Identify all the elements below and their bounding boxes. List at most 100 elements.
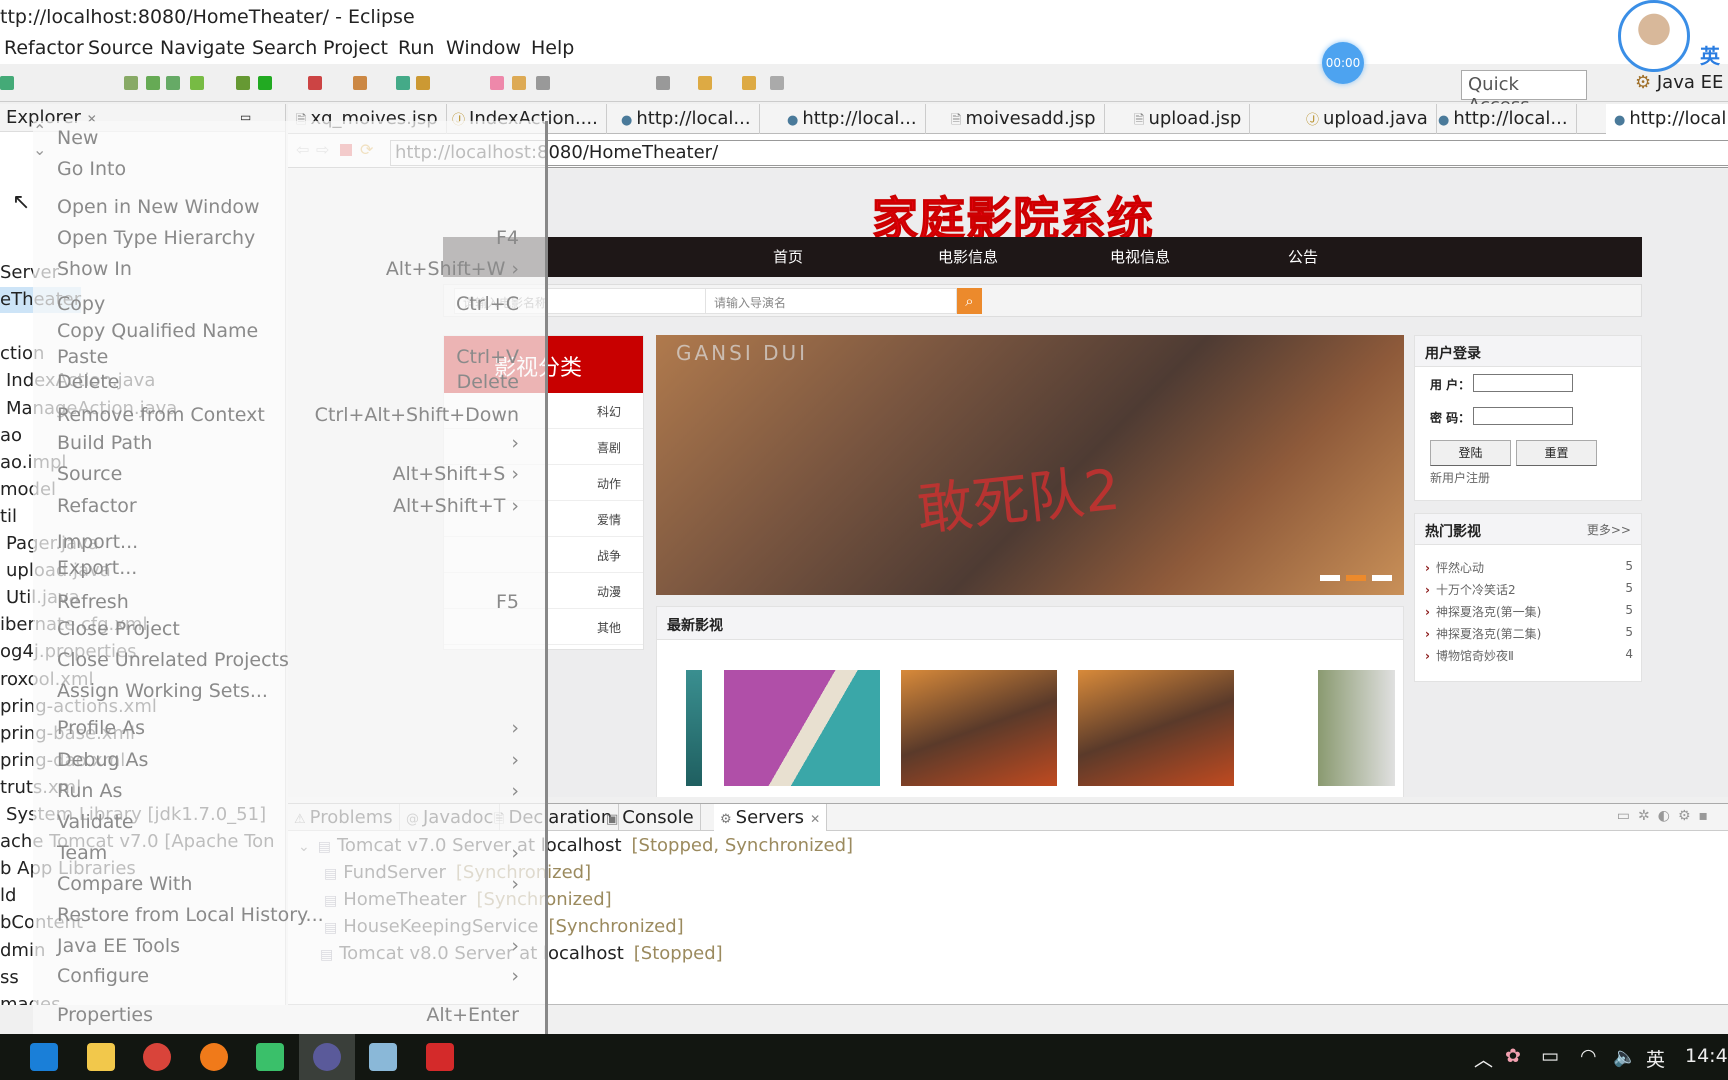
menu-navigate[interactable]: Navigate [160,37,245,59]
context-menu-item[interactable]: Remove from Context [57,403,265,427]
taskbar-firefox-icon[interactable] [199,1043,228,1071]
search-button[interactable]: ⌕ [957,288,982,314]
taskbar-app-icon[interactable] [256,1043,284,1071]
context-menu-item[interactable]: Open in New Window [57,195,260,219]
context-menu-item[interactable]: Debug As [57,748,148,772]
password-input[interactable] [1473,407,1573,425]
app-tray-icon[interactable]: ✿ [1505,1045,1521,1067]
toolbar-icon[interactable] [236,76,250,90]
context-menu-item[interactable]: Configure [57,964,149,988]
editor-tab[interactable]: Ⓙupload.java [1298,104,1437,134]
battery-icon[interactable]: ▭ [1541,1045,1559,1067]
nav-movies[interactable]: 电影信息 [938,246,998,267]
context-menu-item[interactable]: Restore from Local History... [57,903,324,927]
context-menu-item[interactable]: Open Type Hierarchy [57,226,255,250]
context-menu-item[interactable]: Copy [57,292,105,316]
context-menu-item[interactable]: Close Project [57,617,180,641]
editor-tab[interactable]: ●http://local...✕ [1606,104,1728,134]
context-menu-item[interactable]: New [57,126,98,150]
toolbar-icon[interactable] [536,76,550,90]
menu-source[interactable]: Source [88,37,153,59]
context-menu-item[interactable]: Team [57,841,107,865]
tree-item[interactable]: ld [0,883,16,909]
toolbar-icon[interactable] [490,76,504,90]
context-menu-item[interactable]: Compare With [57,872,192,896]
taskbar-edge-icon[interactable] [30,1043,58,1071]
context-menu-item[interactable]: Build Path [57,431,152,455]
toolbar-icon[interactable] [396,76,410,90]
toolbar-icon[interactable] [258,76,272,90]
poster[interactable] [686,670,702,786]
show-hidden-icons[interactable]: ︿ [1474,1045,1493,1072]
username-input[interactable] [1473,374,1573,392]
poster[interactable] [1078,670,1234,786]
context-menu-item[interactable]: Source [57,462,122,486]
scroll-up-icon[interactable]: ⌃ [33,121,545,140]
toolbar-icon[interactable] [512,76,526,90]
director-input[interactable]: 请输入导演名 [705,288,957,314]
menu-run[interactable]: Run [398,37,434,59]
taskbar-chrome-icon[interactable] [143,1043,171,1071]
context-menu-item[interactable]: Refresh [57,590,129,614]
context-menu-item[interactable]: Validate [57,810,134,834]
toolbar-icon[interactable] [124,76,138,90]
perspective-java-ee[interactable]: ⚙ Java EE [1635,72,1723,93]
toolbar-icon[interactable] [0,76,14,90]
close-icon[interactable]: ✕ [810,812,820,826]
clock[interactable]: 14:45 [1685,1045,1728,1067]
toolbar-icon[interactable] [353,76,367,90]
context-menu-item[interactable]: Refactor [57,494,137,518]
taskbar-eclipse-icon[interactable] [312,1043,341,1071]
taskbar-file-explorer-icon[interactable] [86,1043,115,1071]
toolbar-icon[interactable] [146,76,160,90]
context-menu-item[interactable]: Profile As [57,716,145,740]
context-menu-item[interactable]: Go Into [57,157,126,181]
nav-home[interactable]: 首页 [773,246,803,267]
taskbar-wps-icon[interactable] [425,1043,454,1071]
editor-tab[interactable]: 🗎 moivesadd.jsp [943,104,1105,134]
quick-access-input[interactable]: Quick Access [1461,70,1587,116]
tab-console[interactable]: ▣ Console [600,804,701,831]
context-menu-item[interactable]: Paste [57,345,108,369]
editor-tab[interactable]: ● http://local... [1430,104,1577,134]
context-menu-item[interactable]: Show In [57,257,132,281]
recording-timer[interactable]: 00:00 [1322,42,1364,84]
carousel-dot-1[interactable] [1320,575,1340,581]
nav-notice[interactable]: 公告 [1288,246,1318,267]
menu-search[interactable]: Search [252,37,317,59]
taskbar-notepad-icon[interactable] [369,1043,397,1071]
wifi-icon[interactable]: ◠ [1580,1045,1597,1067]
hot-item[interactable]: › 神探夏洛克(第二集) 5 [1425,625,1633,642]
hot-item[interactable]: › 十万个冷笑话2 5 [1425,581,1633,598]
editor-tab[interactable]: 🗎 upload.jsp [1126,104,1251,134]
context-menu-item[interactable]: Close Unrelated Projects [57,648,289,672]
poster[interactable] [1255,670,1395,786]
menu-window[interactable]: Window [446,37,521,59]
context-menu-item[interactable]: Properties [57,1003,153,1027]
poster[interactable] [901,670,1057,786]
more-link[interactable]: 更多>> [1587,521,1631,538]
banner-carousel[interactable]: GANSI DUI 敢死队2 [656,335,1404,595]
ime-tray[interactable]: 英 [1646,1045,1665,1072]
toolbar-icon[interactable] [166,76,180,90]
context-menu-item[interactable]: Assign Working Sets... [57,679,268,703]
login-button[interactable]: 登陆 [1430,440,1511,466]
carousel-dot-3[interactable] [1372,575,1392,581]
toolbar-icon[interactable] [308,76,322,90]
toolbar-icon[interactable] [190,76,204,90]
context-menu-item[interactable]: Copy Qualified Name [57,319,258,343]
menu-project[interactable]: Project [323,37,388,59]
editor-tab[interactable]: ● http://local... [613,104,760,134]
editor-tab[interactable]: ● http://local... [779,104,926,134]
reset-button[interactable]: 重置 [1516,440,1597,466]
context-menu-item[interactable]: Delete [57,370,119,394]
context-menu-item[interactable]: Export... [57,556,137,580]
carousel-dot-2[interactable] [1346,575,1366,581]
toolbar-icon[interactable] [698,76,712,90]
tree-item[interactable]: ao [0,423,22,449]
toolbar-icon[interactable] [742,76,756,90]
context-menu-item[interactable]: Import... [57,530,138,554]
url-input[interactable]: http://localhost:8080/HomeTheater/ [390,140,1728,166]
tree-item[interactable]: ss [0,965,19,991]
menu-refactor[interactable]: Refactor [4,37,84,59]
